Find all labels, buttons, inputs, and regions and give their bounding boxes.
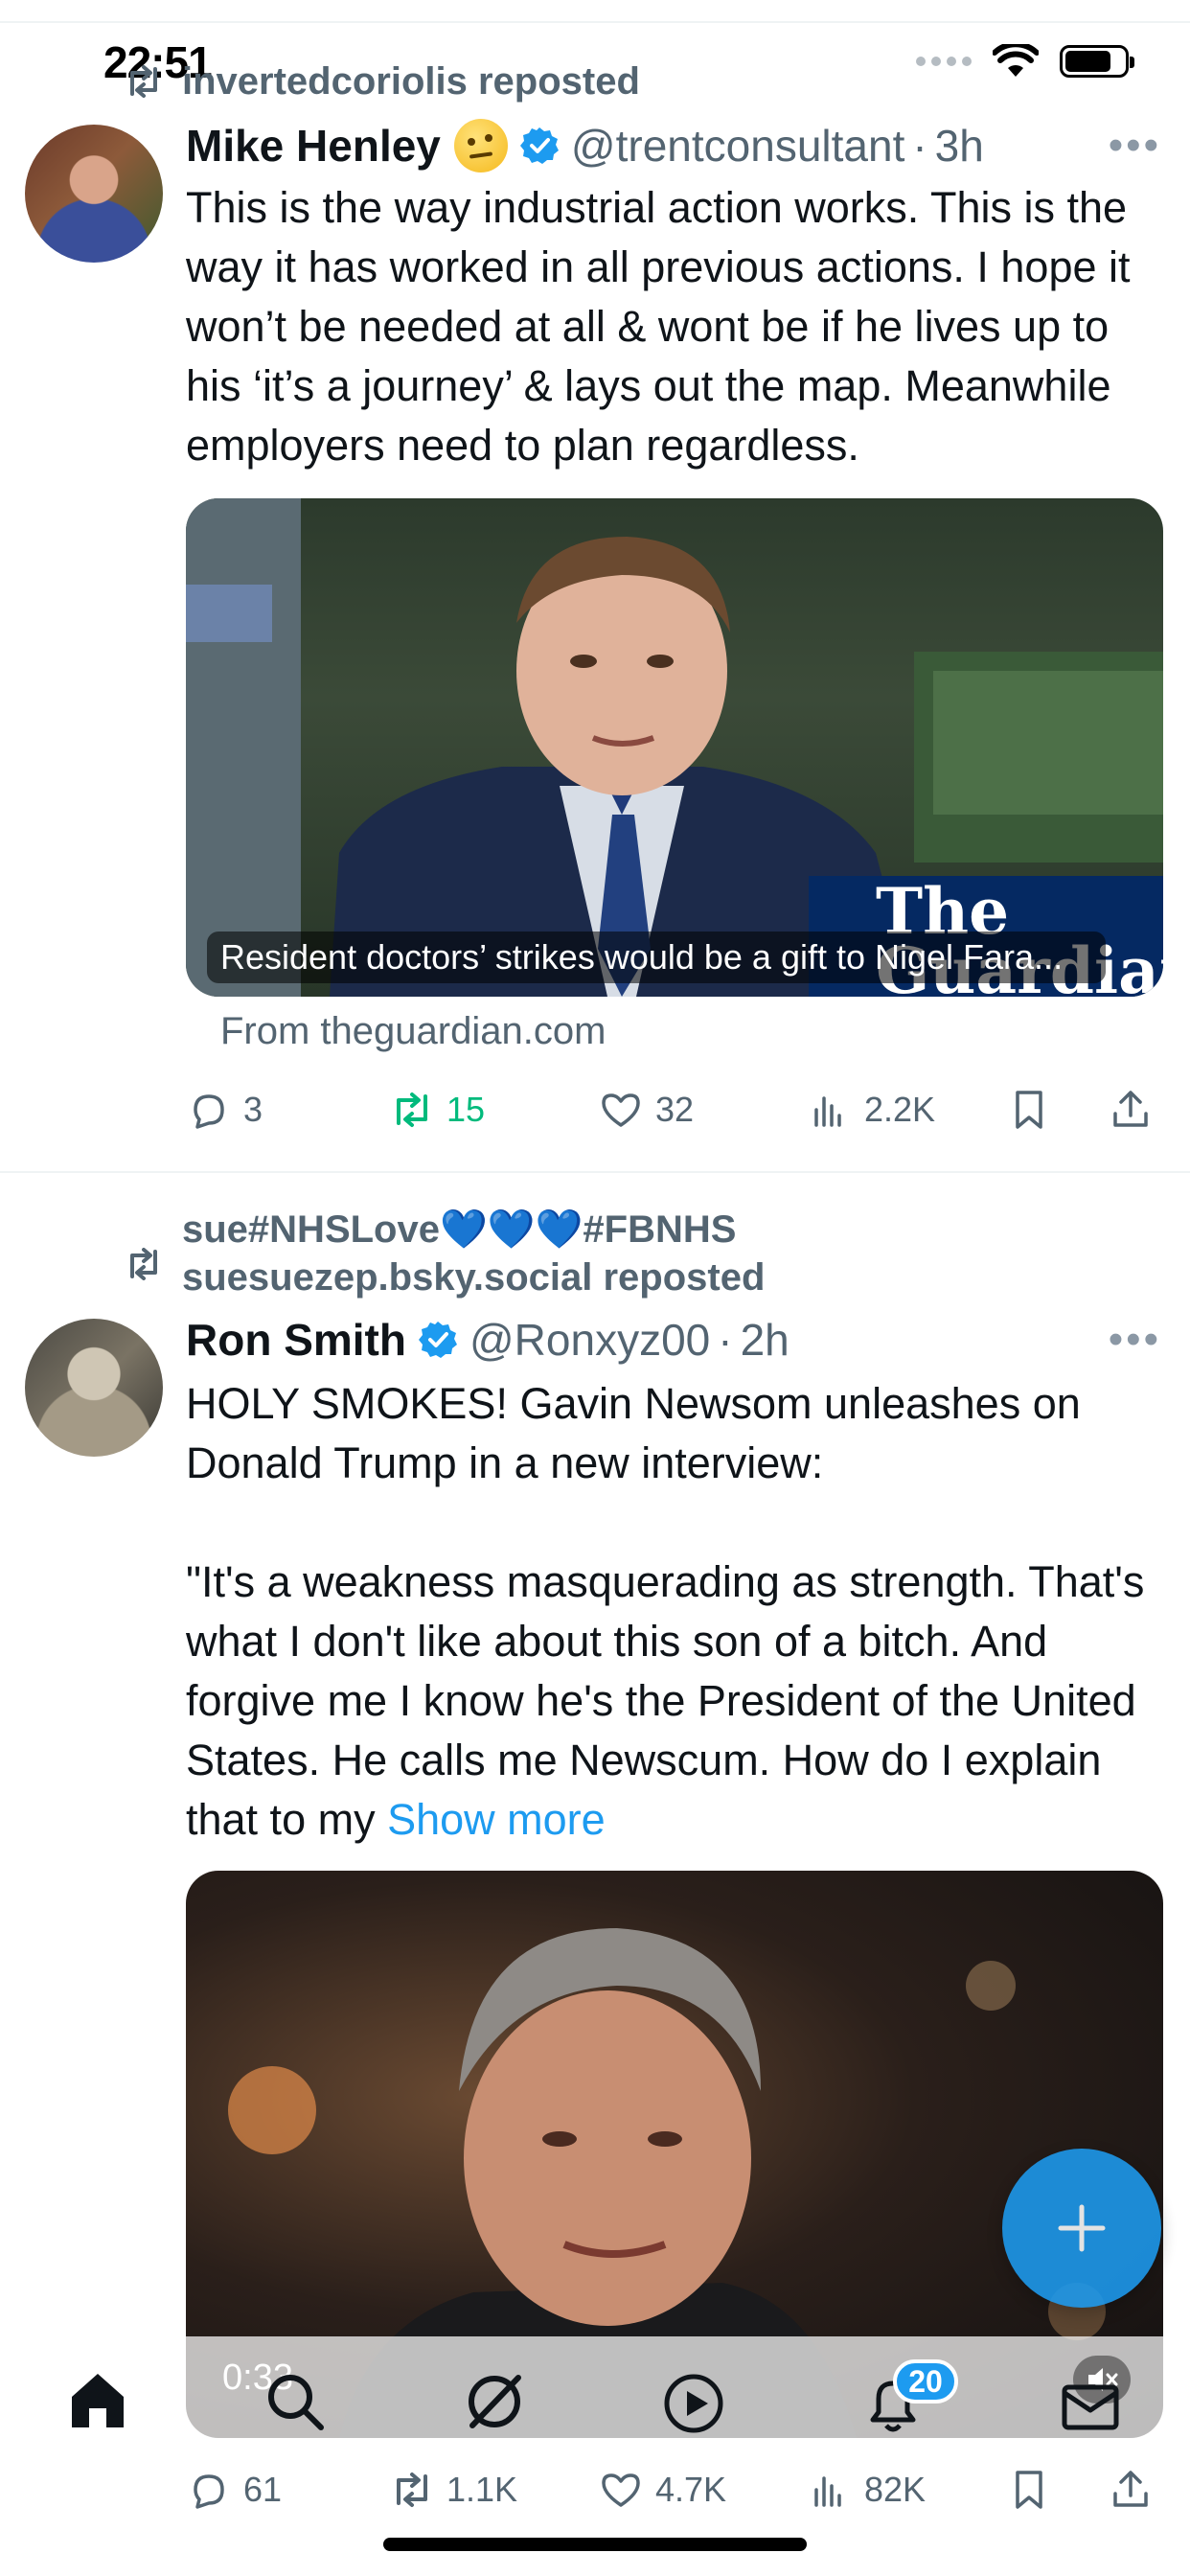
post-text[interactable]: This is the way industrial action works.…: [186, 178, 1165, 475]
post-actions: 3 15 32 2.2K: [186, 1081, 1163, 1138]
link-source[interactable]: From theguardian.com: [220, 1010, 606, 1053]
more-options-icon[interactable]: •••: [1109, 1313, 1161, 1367]
notifications-badge: 20: [893, 2359, 958, 2404]
author-name[interactable]: Mike Henley: [186, 119, 441, 172]
share-icon: [1113, 1091, 1148, 1127]
views-button[interactable]: 82K: [807, 2467, 1006, 2513]
compose-button[interactable]: [1002, 2149, 1161, 2308]
link-card-image[interactable]: The Guardian Resident doctors’ strikes w…: [186, 498, 1163, 997]
views-button[interactable]: 2.2K: [807, 1087, 1006, 1133]
view-count: 2.2K: [864, 1090, 936, 1129]
show-more-link[interactable]: Show more: [387, 1795, 606, 1844]
author-name[interactable]: Ron Smith: [186, 1313, 406, 1367]
repost-label-line1: sue#NHSLove💙💙💙#FBNHS: [182, 1208, 737, 1251]
verified-badge-icon[interactable]: [519, 126, 560, 166]
views-chart-icon: [814, 1096, 841, 1127]
repost-label-line2: suesuezep.bsky.social reposted: [182, 1256, 766, 1299]
raised-eyebrow-emoji-icon: [453, 119, 508, 172]
plus-icon: [1058, 2204, 1106, 2252]
mail-icon: [1062, 2384, 1119, 2430]
status-icons: [916, 44, 1134, 79]
post-text-body: HOLY SMOKES! Gavin Newsom unleashes on D…: [186, 1379, 1145, 1844]
reply-button[interactable]: 61: [186, 2467, 389, 2513]
home-icon: [72, 2374, 124, 2427]
repost-button[interactable]: 1.1K: [389, 2467, 598, 2513]
tab-video[interactable]: [659, 2369, 728, 2438]
wifi-icon: [993, 44, 1039, 77]
share-button[interactable]: [1108, 1087, 1154, 1133]
repost-count: 15: [446, 1090, 486, 1129]
tab-messages[interactable]: [1056, 2371, 1125, 2440]
post-time[interactable]: 2h: [741, 1313, 790, 1367]
author-handle[interactable]: @Ronxyz00: [469, 1313, 710, 1367]
like-button[interactable]: 4.7K: [598, 2467, 807, 2513]
like-button[interactable]: 32: [598, 1087, 807, 1133]
verified-badge-icon[interactable]: [418, 1320, 458, 1360]
heart-icon: [602, 2473, 640, 2507]
bookmark-button[interactable]: [1006, 1087, 1108, 1133]
post-text[interactable]: HOLY SMOKES! Gavin Newsom unleashes on D…: [186, 1374, 1165, 1850]
repost-count: 1.1K: [446, 2470, 518, 2509]
repost-attribution[interactable]: sue#NHSLove💙💙💙#FBNHS suesuezep.bsky.soci…: [123, 1206, 765, 1301]
reply-icon: [194, 2474, 224, 2509]
bookmark-button[interactable]: [1006, 2467, 1108, 2513]
repost-icon: [397, 2472, 427, 2507]
heart-icon: [602, 1093, 640, 1127]
reply-button[interactable]: 3: [186, 1087, 389, 1133]
post-header: Ron Smith @Ronxyz00 · 2h •••: [186, 1313, 1161, 1367]
repost-icon: [397, 1092, 427, 1127]
bottom-tab-bar: [0, 2336, 1190, 2471]
separator-dot: ·: [718, 1315, 733, 1365]
repost-label: invertedcoriolis reposted: [182, 60, 640, 103]
link-card-title: Resident doctors’ strikes would be a gif…: [207, 932, 1106, 983]
more-options-icon[interactable]: •••: [1109, 119, 1161, 172]
battery-icon: [1060, 45, 1134, 78]
tab-home[interactable]: [63, 2365, 132, 2434]
view-count: 82K: [864, 2470, 927, 2509]
reply-icon: [194, 1094, 224, 1129]
author-handle[interactable]: @trentconsultant: [571, 119, 904, 172]
repost-icon: [123, 58, 165, 105]
repost-icon: [123, 1240, 165, 1288]
repost-button[interactable]: 15: [389, 1087, 598, 1133]
avatar[interactable]: [25, 125, 163, 263]
avatar[interactable]: [25, 1319, 163, 1457]
play-circle-icon: [664, 2374, 723, 2433]
reply-count: 3: [243, 1090, 263, 1129]
grok-icon: [469, 2375, 521, 2428]
like-count: 32: [655, 1090, 695, 1129]
repost-attribution[interactable]: invertedcoriolis reposted: [123, 58, 640, 105]
tab-grok[interactable]: [460, 2367, 529, 2436]
share-icon: [1113, 2471, 1148, 2507]
like-count: 4.7K: [655, 2470, 727, 2509]
views-chart-icon: [814, 2476, 841, 2507]
reply-count: 61: [243, 2470, 283, 2509]
home-indicator: [383, 2538, 807, 2551]
post-divider: [0, 1171, 1190, 1173]
bookmark-icon: [1016, 2471, 1042, 2509]
repost-label-group: sue#NHSLove💙💙💙#FBNHS suesuezep.bsky.soci…: [182, 1206, 765, 1301]
share-button[interactable]: [1108, 2467, 1154, 2513]
cellular-signal-icon: [916, 57, 972, 66]
tab-search[interactable]: [261, 2367, 330, 2436]
separator-dot: ·: [912, 121, 927, 171]
post-time[interactable]: 3h: [935, 119, 984, 172]
bookmark-icon: [1016, 1091, 1042, 1129]
post-header: Mike Henley @trentconsultant · 3h •••: [186, 119, 1161, 172]
search-icon: [268, 2375, 324, 2430]
